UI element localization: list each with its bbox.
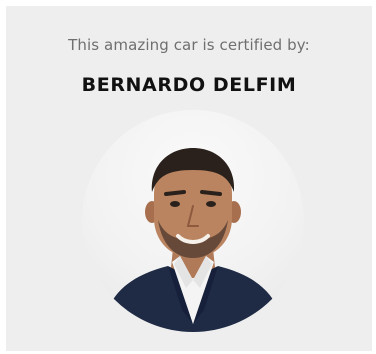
certifier-name: BERNARDO DELFIM: [81, 74, 297, 96]
certified-by-text: This amazing car is certified by:: [68, 36, 310, 54]
certification-card: This amazing car is certified by: BERNAR…: [6, 6, 372, 351]
avatar: [82, 110, 304, 332]
person-photo-avatar-icon: [102, 148, 284, 332]
